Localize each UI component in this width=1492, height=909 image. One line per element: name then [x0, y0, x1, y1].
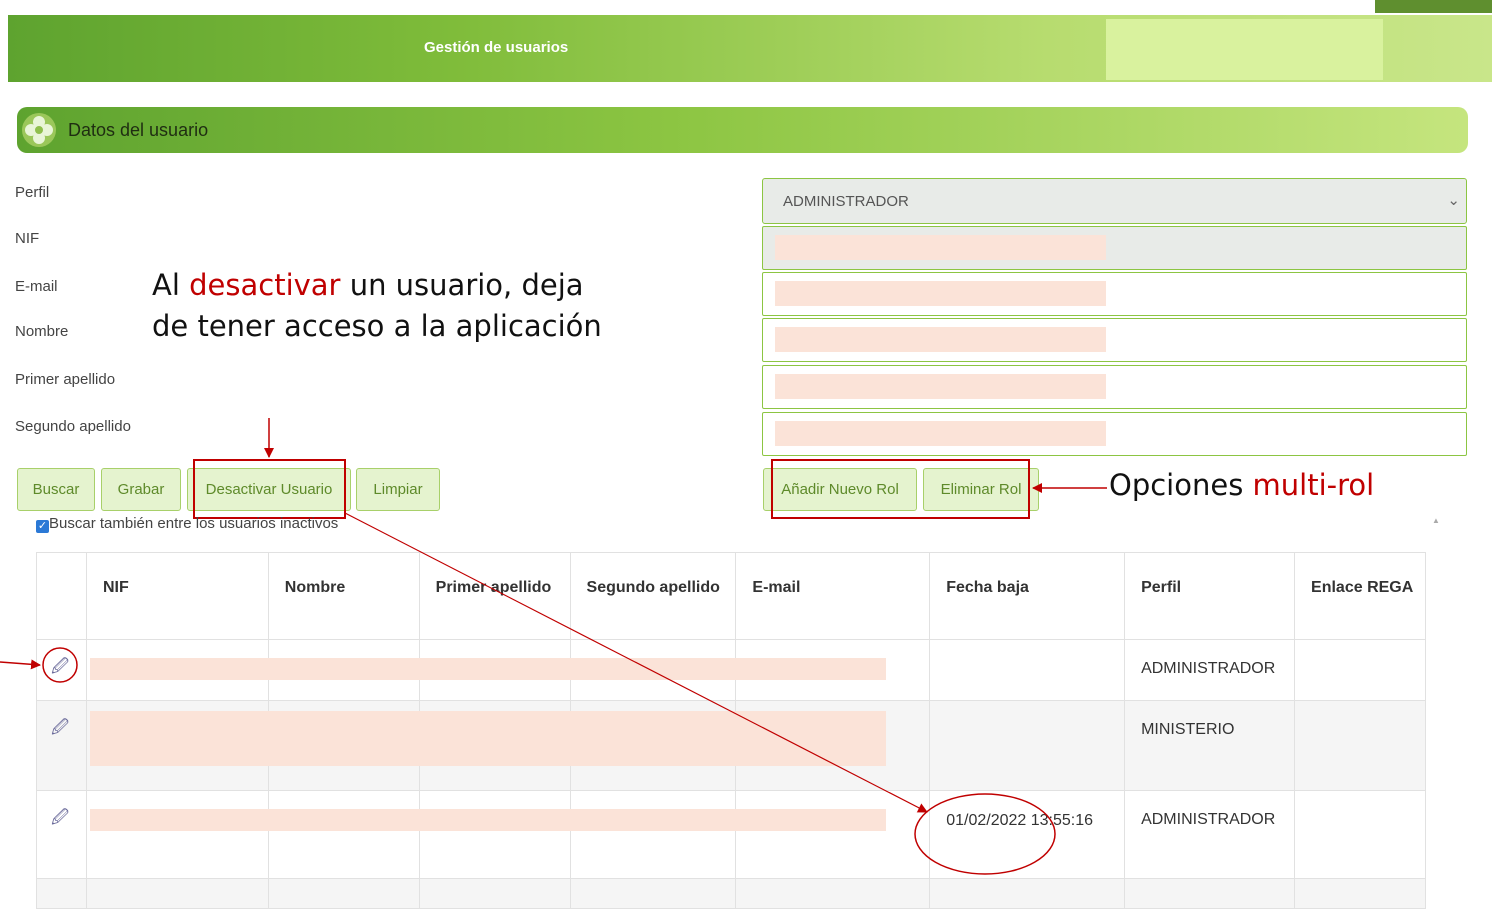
label-primer-apellido: Primer apellido: [15, 371, 116, 388]
table-header-row: NIF Nombre Primer apellido Segundo apell…: [36, 552, 1426, 640]
section-title: Datos del usuario: [68, 120, 209, 140]
edit-icon[interactable]: 🖉: [51, 657, 69, 676]
highlight-desactivar: [193, 459, 346, 519]
redacted-row-data: [90, 658, 886, 680]
label-segundo-apellido: Segundo apellido: [15, 418, 131, 435]
label-nif: NIF: [15, 230, 40, 247]
perfil-select[interactable]: ADMINISTRADOR ⌄: [762, 178, 1467, 224]
perfil-select-value: ADMINISTRADOR: [783, 193, 909, 210]
redacted-value: [775, 421, 1106, 446]
label-perfil: Perfil: [15, 184, 50, 201]
buscar-button[interactable]: Buscar: [17, 468, 95, 511]
multirol-annotation: Opciones multi-rol: [1109, 468, 1375, 502]
label-email: E-mail: [15, 278, 58, 295]
email-field[interactable]: [762, 272, 1467, 316]
table-row[interactable]: 🖉 01/02/2022 13:55:16 ADMINISTRADOR: [36, 790, 1426, 879]
edit-icon[interactable]: 🖉: [51, 808, 69, 827]
redacted-value: [775, 374, 1106, 399]
header-nif[interactable]: NIF: [85, 552, 269, 640]
perfil-cell: ADMINISTRADOR: [1124, 639, 1296, 701]
checkbox-checked-icon[interactable]: ✓: [36, 520, 49, 533]
header-segundo-apellido[interactable]: Segundo apellido: [569, 552, 737, 640]
limpiar-button[interactable]: Limpiar: [356, 468, 440, 511]
table-row[interactable]: [36, 878, 1426, 909]
header-primer-apellido[interactable]: Primer apellido: [418, 552, 571, 640]
primer-apellido-field[interactable]: [762, 365, 1467, 409]
perfil-cell: ADMINISTRADOR: [1124, 790, 1296, 879]
checkbox-label: Buscar también entre los usuarios inacti…: [49, 515, 339, 532]
header-perfil[interactable]: Perfil: [1124, 552, 1296, 640]
header-email[interactable]: E-mail: [735, 552, 931, 640]
redacted-row-data: [90, 809, 886, 831]
highlight-multirol: [771, 459, 1030, 519]
fecha-baja-cell: [929, 639, 1126, 701]
arrow-right: [0, 659, 41, 670]
header-enlace-rega[interactable]: Enlace REGA: [1294, 552, 1426, 640]
page-title: Gestión de usuarios: [424, 39, 569, 56]
header-light-panel: [1106, 19, 1383, 80]
fecha-baja-cell: [929, 700, 1126, 791]
scroll-up-icon[interactable]: ▲: [1432, 516, 1440, 525]
redacted-value: [775, 327, 1106, 352]
redacted-row-data: [90, 711, 886, 766]
edit-icon[interactable]: 🖉: [51, 718, 69, 737]
redacted-value: [775, 235, 1106, 260]
label-nombre: Nombre: [15, 323, 69, 340]
chevron-down-icon: ⌄: [1447, 192, 1460, 209]
header-nombre[interactable]: Nombre: [267, 552, 420, 640]
header-fecha-baja[interactable]: Fecha baja: [929, 552, 1126, 640]
grabar-button[interactable]: Grabar: [101, 468, 181, 511]
nombre-field[interactable]: [762, 318, 1467, 362]
redacted-value: [775, 281, 1106, 306]
header-action: [36, 552, 87, 640]
segundo-apellido-field[interactable]: [762, 412, 1467, 456]
desactivar-annotation: Al desactivar un usuario, deja de tener …: [152, 268, 602, 343]
section-header: Datos del usuario: [17, 107, 1468, 153]
perfil-cell: MINISTERIO: [1124, 700, 1296, 791]
flower-icon: [22, 113, 56, 147]
top-accent-strip: [1375, 0, 1492, 13]
nif-field[interactable]: [762, 226, 1467, 270]
fecha-baja-cell: 01/02/2022 13:55:16: [929, 790, 1126, 879]
inactive-users-checkbox[interactable]: ✓ Buscar también entre los usuarios inact…: [36, 515, 338, 533]
app-header: Gestión de usuarios: [8, 15, 1492, 82]
